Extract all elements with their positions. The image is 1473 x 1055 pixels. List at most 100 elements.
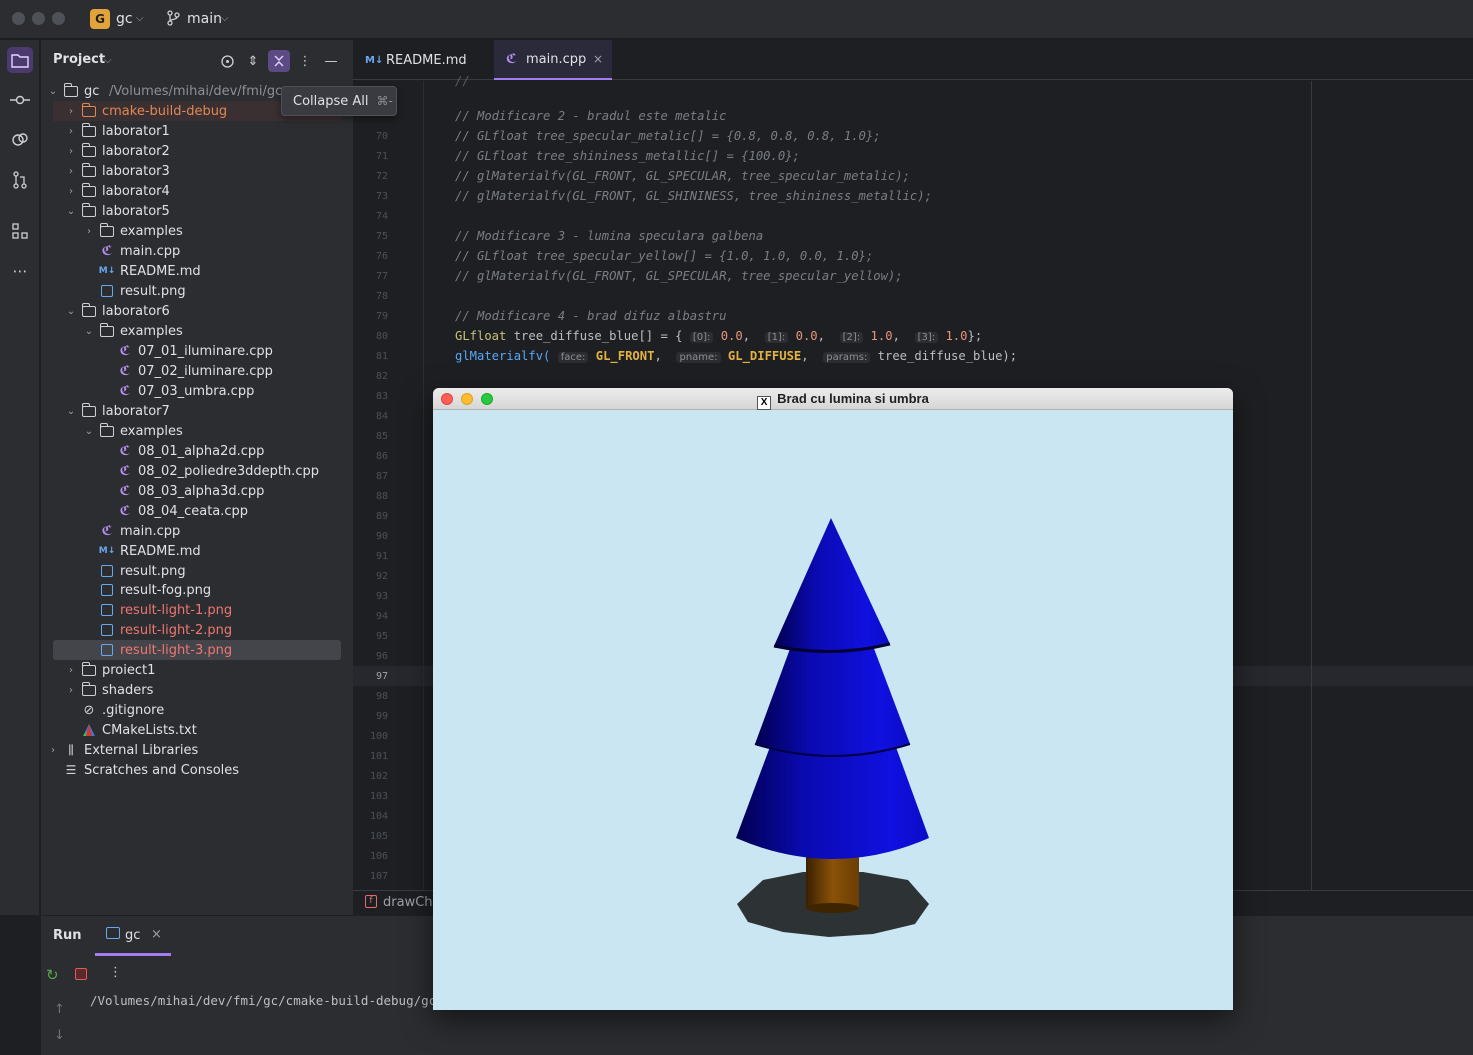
expand-all-icon[interactable]: ⇕: [242, 50, 264, 72]
tree-item[interactable]: › shaders: [53, 680, 341, 700]
line-number: 73: [375, 191, 388, 202]
tree-item[interactable]: ⌄ laborator7: [53, 401, 341, 421]
project-panel-title[interactable]: Project: [53, 52, 105, 67]
tree-item[interactable]: ℭ 08_01_alpha2d.cpp: [53, 441, 341, 461]
cmake-icon: [81, 723, 97, 737]
chevron-right-icon[interactable]: ›: [65, 685, 77, 696]
tree-item[interactable]: result.png: [53, 561, 341, 581]
chevron-down-icon[interactable]: ⌄: [65, 206, 77, 217]
close-tab-icon[interactable]: ×: [593, 52, 603, 66]
chevron-right-icon[interactable]: ›: [83, 226, 95, 237]
minimize-window-button[interactable]: [32, 12, 45, 25]
code-line: // GLfloat tree_specular_metalic[] = {0.…: [455, 129, 881, 143]
structure-icon[interactable]: [7, 218, 33, 244]
scroll-down-icon[interactable]: ↓: [54, 1028, 65, 1043]
chevron-right-icon[interactable]: ›: [65, 166, 77, 177]
chevron-down-icon[interactable]: ⌄: [65, 306, 77, 317]
tree-item[interactable]: › laborator1: [53, 121, 341, 141]
chevron-right-icon[interactable]: ›: [65, 186, 77, 197]
tree-item[interactable]: ⊘ .gitignore: [53, 700, 341, 720]
tree-item[interactable]: ☰ Scratches and Consoles: [53, 760, 341, 780]
tree-item-label: 07_02_iluminare.cpp: [138, 363, 273, 379]
tree-item[interactable]: result.png: [53, 281, 341, 301]
tree-item[interactable]: ℭ 07_02_iluminare.cpp: [53, 361, 341, 381]
line-number: 106: [369, 851, 388, 862]
rerun-icon[interactable]: ↻: [46, 966, 62, 984]
hide-panel-icon[interactable]: —: [320, 50, 342, 72]
tree-item[interactable]: CMakeLists.txt: [53, 720, 341, 740]
chevron-down-icon[interactable]: ⌄: [83, 326, 95, 337]
close-window-button[interactable]: [12, 12, 25, 25]
tree-item[interactable]: › laborator3: [53, 161, 341, 181]
tree-item-label: laborator3: [102, 163, 170, 179]
markdown-icon: M↓: [365, 54, 384, 66]
tree-item[interactable]: ℭ 07_03_umbra.cpp: [53, 381, 341, 401]
tree-item[interactable]: ℭ 08_04_ceata.cpp: [53, 501, 341, 521]
tree-item[interactable]: ⌄ laborator5: [53, 201, 341, 221]
project-badge[interactable]: G: [90, 9, 110, 29]
opengl-window-titlebar[interactable]: X Brad cu lumina si umbra: [433, 388, 1233, 410]
line-number: 80: [375, 331, 388, 342]
stop-icon[interactable]: [75, 968, 87, 980]
chevron-right-icon[interactable]: ›: [47, 745, 59, 756]
locate-file-icon[interactable]: [216, 50, 238, 72]
branch-switcher[interactable]: main: [187, 11, 222, 27]
tree-item[interactable]: result-light-2.png: [53, 620, 341, 640]
maximize-window-button[interactable]: [52, 12, 65, 25]
tree-item[interactable]: M↓ README.md: [53, 261, 341, 281]
line-number: 91: [375, 551, 388, 562]
pull-requests-icon[interactable]: [7, 167, 33, 193]
tree-item-label: result-light-2.png: [120, 622, 233, 638]
tab-label: main.cpp: [526, 51, 587, 67]
tree-item[interactable]: › examples: [53, 221, 341, 241]
more-options-icon[interactable]: ⋮: [109, 965, 122, 980]
breadcrumb-item[interactable]: drawCh: [383, 895, 433, 910]
chevron-right-icon[interactable]: ›: [65, 126, 77, 137]
tree-item[interactable]: ℭmain.cpp: [53, 521, 341, 541]
tree-item[interactable]: result-light-1.png: [53, 600, 341, 620]
cpp-file-icon: ℭ: [119, 343, 131, 359]
line-number: 101: [369, 751, 388, 762]
opengl-window[interactable]: X Brad cu lumina si umbra: [433, 388, 1233, 1010]
tree-item[interactable]: result-light-3.png: [53, 640, 341, 660]
tree-item[interactable]: ℭ 08_03_alpha3d.cpp: [53, 481, 341, 501]
chevron-right-icon[interactable]: ›: [65, 665, 77, 676]
tree-item[interactable]: result-fog.png: [53, 580, 341, 600]
opengl-window-title: X Brad cu lumina si umbra: [433, 391, 1233, 410]
chevron-right-icon[interactable]: ›: [65, 146, 77, 157]
scroll-up-icon[interactable]: ↑: [54, 1002, 65, 1017]
folder-icon: [81, 681, 97, 697]
options-icon[interactable]: ⋮: [294, 50, 316, 72]
run-tab-gc[interactable]: gc ×: [95, 916, 171, 956]
more-tools-icon[interactable]: ⋯: [7, 258, 33, 284]
chevron-down-icon[interactable]: ⌄: [65, 406, 77, 417]
tree-item[interactable]: ⌄ laborator6: [53, 301, 341, 321]
tree-item[interactable]: ℭ 08_02_poliedre3ddepth.cpp: [53, 461, 341, 481]
tree-item[interactable]: › ⫼ External Libraries: [51, 740, 341, 760]
tree-item-label: laborator7: [102, 403, 170, 419]
commit-icon[interactable]: [7, 87, 33, 113]
ai-assistant-icon[interactable]: [7, 127, 33, 153]
line-number: 72: [375, 171, 388, 182]
chevron-right-icon[interactable]: ›: [65, 106, 77, 117]
collapse-all-icon[interactable]: [268, 50, 290, 72]
run-config-icon: [106, 927, 120, 939]
tree-item-label: result-light-3.png: [120, 642, 233, 658]
tree-item[interactable]: › laborator2: [53, 141, 341, 161]
indent-guide: [423, 81, 424, 890]
chevron-down-icon[interactable]: ⌄: [83, 426, 95, 437]
project-switcher[interactable]: gc: [116, 11, 133, 27]
line-number: 75: [375, 231, 388, 242]
tree-item[interactable]: ℭ 07_01_iluminare.cpp: [53, 341, 341, 361]
tree-item[interactable]: ⌄ examples: [53, 421, 341, 441]
close-tab-icon[interactable]: ×: [151, 927, 162, 942]
code-line: //: [455, 74, 969, 88]
tree-item[interactable]: ℭmain.cpp: [53, 241, 341, 261]
tree-item[interactable]: ⌄ examples: [53, 321, 341, 341]
project-tool-icon[interactable]: [7, 47, 33, 73]
tree-item[interactable]: › laborator4: [53, 181, 341, 201]
tree-item[interactable]: › proiect1: [53, 660, 341, 680]
tree-item[interactable]: M↓ README.md: [53, 541, 341, 561]
line-number: 90: [375, 531, 388, 542]
x11-icon: X: [757, 396, 772, 410]
